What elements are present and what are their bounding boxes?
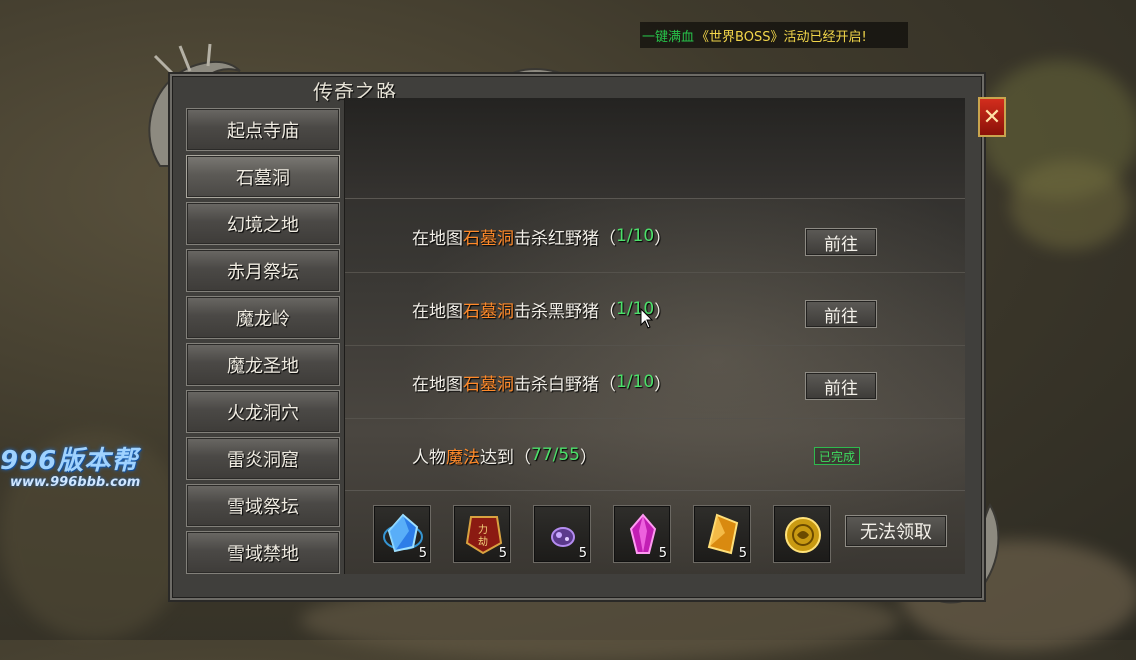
grass-patch	[1010, 160, 1130, 250]
sidebar-item-red-moon-altar[interactable]: 赤月祭坛	[186, 249, 340, 292]
magenta-crystal-icon	[629, 513, 657, 554]
gold-shard-icon	[707, 513, 739, 555]
task-progress: 1/10	[616, 372, 655, 392]
gold-orb-icon	[785, 517, 821, 553]
task-prefix: 人物	[412, 447, 446, 468]
task-paren-open: （	[599, 301, 616, 322]
close-icon: ✕	[982, 104, 1002, 130]
task-description: 在地图 石墓洞 击杀红野猪（1/10）	[412, 200, 671, 272]
task-map-name: 石墓洞	[463, 301, 514, 322]
task-action: 达到	[480, 447, 514, 468]
task-prefix: 在地图	[412, 228, 463, 249]
sidebar-item-label: 雷炎洞窟	[227, 449, 299, 471]
sidebar-item-stone-tomb[interactable]: 石墓洞	[186, 155, 340, 198]
blue-crystal-icon	[383, 513, 423, 553]
sidebar-item-qidian-temple[interactable]: 起点寺庙	[186, 108, 340, 151]
notice-prefix: 一键满血	[642, 29, 695, 45]
reward-count: 5	[418, 546, 427, 561]
goto-button[interactable]: 前往	[805, 228, 877, 256]
task-action: 击杀白野猪	[514, 374, 599, 395]
task-stat-name: 魔法	[446, 447, 480, 468]
task-map-name: 石墓洞	[463, 374, 514, 395]
purple-ore-icon	[551, 527, 575, 547]
task-action: 击杀黑野猪	[514, 301, 599, 322]
task-paren-close: ）	[654, 374, 672, 395]
task-description: 在地图 石墓洞 击杀黑野猪（1/10）	[412, 273, 671, 345]
task-prefix: 在地图	[412, 374, 463, 395]
sidebar-item-label: 火龙洞穴	[227, 402, 299, 424]
task-action: 击杀红野猪	[514, 228, 599, 249]
sidebar-item-snow-altar[interactable]: 雪域祭坛	[186, 484, 340, 527]
sidebar-item-dragon-ridge[interactable]: 魔龙岭	[186, 296, 340, 339]
task-paren-close: ）	[654, 301, 672, 322]
reward-count: 5	[738, 546, 747, 561]
notice-suffix: 活动已经开启!	[783, 29, 867, 45]
sidebar-item-label: 赤月祭坛	[227, 261, 299, 283]
map-banner	[345, 98, 965, 199]
sidebar-item-snow-forbidden[interactable]: 雪域禁地	[186, 531, 340, 574]
reward-slot[interactable]: 5	[613, 505, 671, 563]
sidebar-item-label: 幻境之地	[227, 214, 299, 236]
reward-slot[interactable]: 力 劫 5	[453, 505, 511, 563]
goto-button[interactable]: 前往	[805, 300, 877, 328]
close-button[interactable]: ✕	[978, 97, 1006, 137]
task-paren-close: ）	[580, 447, 597, 468]
reward-slot[interactable]: 5	[693, 505, 751, 563]
completed-badge: 已完成	[814, 447, 860, 465]
task-row: 在地图 石墓洞 击杀红野猪（1/10） 前往	[345, 200, 965, 273]
task-map-name: 石墓洞	[463, 228, 514, 249]
task-description: 在地图 石墓洞 击杀白野猪（1/10）	[412, 346, 671, 418]
task-paren-open: （	[599, 374, 616, 395]
scroll-token-icon: 力 劫	[465, 516, 503, 555]
sidebar-item-thunder-cave[interactable]: 雷炎洞窟	[186, 437, 340, 480]
task-paren-close: ）	[654, 228, 672, 249]
svg-text:力: 力	[478, 523, 488, 536]
sidebar-item-illusion-land[interactable]: 幻境之地	[186, 202, 340, 245]
sidebar-item-label: 起点寺庙	[227, 120, 299, 142]
world-boss-notice: 一键满血 《世界BOSS》 活动已经开启!	[640, 22, 908, 48]
mouse-cursor-icon	[640, 308, 654, 329]
sidebar-item-dragon-holy-land[interactable]: 魔龙圣地	[186, 343, 340, 386]
map-sidebar: 起点寺庙 石墓洞 幻境之地 赤月祭坛 魔龙岭 魔龙圣地 火龙洞穴 雷炎洞窟 雪域…	[186, 108, 340, 578]
reward-slot[interactable]: 5	[373, 505, 431, 563]
task-row: 在地图 石墓洞 击杀黑野猪（1/10） 前往	[345, 273, 965, 346]
task-prefix: 在地图	[412, 301, 463, 322]
reward-count: 5	[658, 546, 667, 561]
task-content: 在地图 石墓洞 击杀红野猪（1/10） 前往 在地图 石墓洞 击杀黑野猪（1/10） 前…	[344, 98, 965, 574]
sidebar-item-label: 魔龙岭	[236, 308, 290, 330]
task-row: 在地图 石墓洞 击杀白野猪（1/10） 前往	[345, 346, 965, 419]
reward-count: 5	[578, 546, 587, 561]
reward-slot[interactable]: 5	[533, 505, 591, 563]
claim-reward-button[interactable]: 无法领取	[845, 515, 947, 547]
task-progress: 1/10	[616, 226, 655, 246]
sidebar-item-fire-dragon-cave[interactable]: 火龙洞穴	[186, 390, 340, 433]
goto-button[interactable]: 前往	[805, 372, 877, 400]
sidebar-item-label: 雪域祭坛	[227, 496, 299, 518]
sidebar-item-label: 魔龙圣地	[227, 355, 299, 377]
sidebar-item-label: 雪域禁地	[227, 543, 299, 565]
task-progress: 77/55	[531, 445, 580, 465]
sidebar-item-label: 石墓洞	[236, 167, 290, 189]
reward-count: 5	[498, 546, 507, 561]
task-row: 人物 魔法 达到（77/55） 已完成	[345, 419, 965, 491]
task-description: 人物 魔法 达到（77/55）	[412, 419, 597, 491]
svg-text:劫: 劫	[478, 535, 488, 548]
reward-slot[interactable]	[773, 505, 831, 563]
reward-bar: 5 力 劫 5 5 5 5 无法领取	[345, 490, 965, 575]
task-paren-open: （	[514, 447, 531, 468]
task-paren-open: （	[599, 228, 616, 249]
notice-boss-name: 《世界BOSS》	[696, 29, 784, 45]
